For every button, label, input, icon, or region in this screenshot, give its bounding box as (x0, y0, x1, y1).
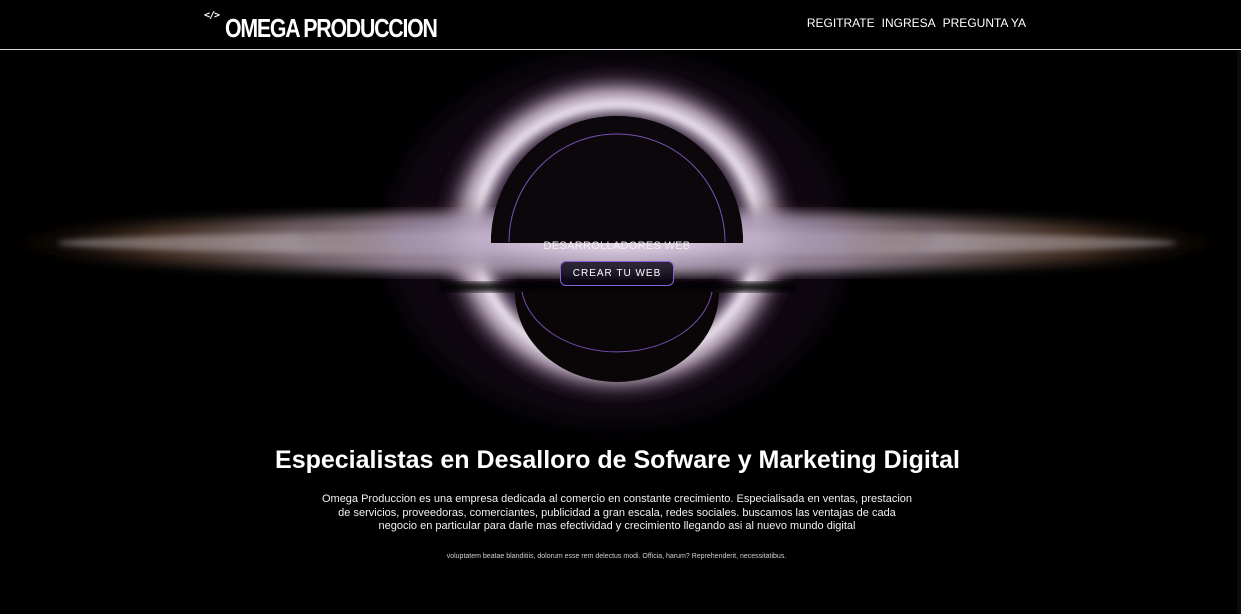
brand-name: OMEGA PRODUCCION (225, 13, 438, 43)
create-website-button[interactable]: CREAR TU WEB (559, 261, 675, 286)
footnote-text: voluptatem beatae blanditiis, dolorum es… (446, 553, 787, 560)
code-icon: </> (204, 10, 220, 21)
page-headline: Especialistas en Desalloro de Sofware y … (275, 446, 960, 474)
nav-link-pregunta-ya[interactable]: PREGUNTA YA (943, 16, 1026, 30)
nav-link-registrate[interactable]: REGITRATE (807, 16, 875, 30)
hero-center: DESARROLLADORES WEB CREAR TU WEB (517, 240, 717, 286)
hero-subtitle: DESARROLLADORES WEB (543, 240, 691, 252)
page-scrollbar[interactable] (1237, 50, 1241, 614)
top-navbar: </> OMEGA PRODUCCION REGITRATE INGRESA P… (0, 0, 1241, 50)
brand-logo[interactable]: </> OMEGA PRODUCCION (204, 9, 483, 44)
nav-link-ingresa[interactable]: INGRESA (882, 16, 936, 30)
company-description: Omega Produccion es una empresa dedicada… (321, 493, 913, 532)
main-nav: REGITRATE INGRESA PREGUNTA YA (807, 16, 1026, 30)
